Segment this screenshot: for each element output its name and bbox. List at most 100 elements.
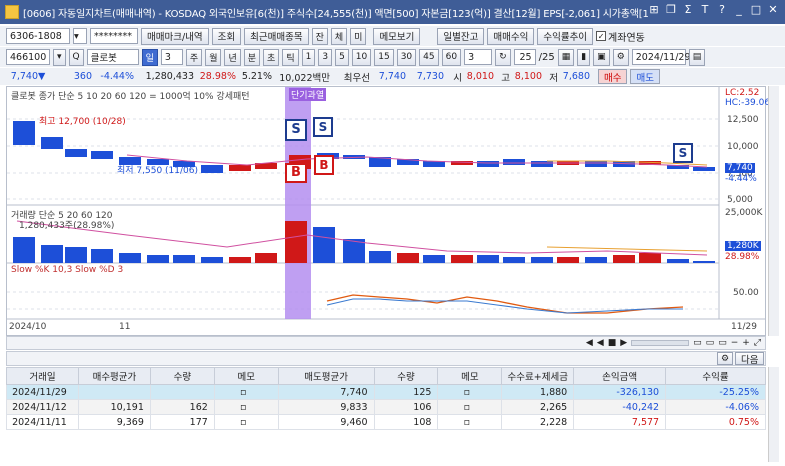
period-week-tab[interactable]: 주 [185, 48, 203, 66]
chart-area[interactable]: 클로봇 종가 단순 5 10 20 60 120 = 1000억 10% 강세패… [6, 86, 770, 336]
checkbox-icon[interactable]: ✓ [596, 31, 607, 41]
memo-icon[interactable]: ▫ [437, 399, 503, 415]
interval-select[interactable]: 3 [464, 49, 493, 65]
col-profit[interactable]: 손익금액 [573, 367, 667, 385]
trade-mark-button[interactable]: 매매마크/내역 [141, 27, 209, 45]
page-field[interactable]: 25 [513, 49, 536, 65]
period-tick-tab[interactable]: 틱 [282, 48, 299, 66]
table-row[interactable]: 2024/11/12 10,191 162 ▫ 9,833 106 ▫ 2,26… [6, 399, 766, 415]
volume-bar [229, 257, 251, 263]
memo-icon[interactable]: ▫ [213, 384, 279, 400]
scroll-next-icon[interactable]: ▶ [620, 338, 627, 348]
stock-list-icon[interactable]: Q [68, 48, 84, 66]
period-count-select[interactable]: 3 [160, 49, 183, 65]
tool-icon-b[interactable]: ▭ [706, 338, 715, 348]
save-icon[interactable]: ▣ [593, 48, 610, 66]
interval-45[interactable]: 45 [419, 48, 439, 66]
interval-1[interactable]: 1 [301, 48, 316, 66]
stop-icon[interactable]: ■ [608, 338, 617, 348]
password-input[interactable]: ******** [90, 28, 138, 44]
date-input[interactable]: 2024/11/29 [631, 49, 691, 65]
pending-button[interactable]: 미 [350, 27, 367, 45]
col-profit-rate[interactable]: 수익률 [665, 367, 766, 385]
grid-settings-icon[interactable]: ⚙ [717, 352, 734, 365]
executed-button[interactable]: 체 [330, 27, 348, 45]
stock-search-icon[interactable]: ▾ [53, 48, 66, 66]
sell-button[interactable]: 매도 [630, 69, 660, 84]
query-button[interactable]: 조회 [211, 27, 242, 45]
text-icon[interactable]: T [699, 3, 711, 16]
grid-icon[interactable]: ▦ [557, 48, 575, 66]
chart-vertical-scrollbar[interactable] [768, 86, 779, 336]
volume-bar [667, 259, 689, 263]
memo-view-button[interactable]: 메모보기 [373, 27, 421, 45]
period-month-tab[interactable]: 월 [205, 48, 222, 66]
stock-code-input[interactable]: 466100 [6, 49, 50, 65]
interval-10[interactable]: 10 [351, 48, 372, 66]
sell-marker-1[interactable]: S [285, 119, 307, 141]
zoom-out-icon[interactable]: − [731, 338, 739, 348]
next-button[interactable]: 다음 [735, 352, 765, 366]
sum-icon[interactable]: Σ [682, 3, 694, 16]
col-sell-avg[interactable]: 매도평균가 [277, 367, 375, 385]
memo-icon[interactable]: ▫ [213, 399, 279, 415]
maximize-icon[interactable]: □ [750, 3, 762, 16]
col-buy-avg[interactable]: 매수평균가 [77, 367, 151, 385]
col-sell-qty[interactable]: 수량 [373, 367, 439, 385]
copy-icon[interactable]: ❐ [665, 3, 677, 16]
sell-marker-2[interactable]: S [313, 117, 333, 137]
interval-30[interactable]: 30 [396, 48, 417, 66]
memo-icon[interactable]: ▫ [437, 384, 503, 400]
memo-icon[interactable]: ▫ [437, 414, 503, 430]
volume-bar [613, 255, 635, 263]
account-dropdown-icon[interactable]: ▾ [73, 28, 87, 44]
calendar-icon[interactable]: ▤ [688, 48, 706, 66]
balance-button[interactable]: 잔 [311, 27, 328, 45]
scroll-first-icon[interactable]: ◀ [586, 338, 593, 348]
account-input[interactable]: 6306-1808 [6, 28, 70, 44]
volume-bar [285, 221, 307, 263]
interval-3[interactable]: 3 [318, 48, 333, 66]
quote-bar: 7,740 ▼ 360 -4.44% 1,280,433 28.98% 5.21… [0, 68, 785, 85]
trade-table: 거래일 매수평균가 수량 메모 매도평균가 수량 메모 수수료+제세금 손익금액… [6, 367, 766, 430]
zoom-in-icon[interactable]: + [742, 338, 750, 348]
period-minute-tab[interactable]: 분 [243, 48, 261, 66]
col-buy-qty[interactable]: 수량 [149, 367, 215, 385]
sell-marker-3[interactable]: S [673, 143, 693, 163]
daily-balance-button[interactable]: 일별잔고 [437, 27, 485, 45]
chart-scroll-slider[interactable] [631, 340, 690, 346]
interval-5[interactable]: 5 [335, 48, 349, 66]
link-icon[interactable]: ⊞ [648, 3, 660, 16]
interval-60[interactable]: 60 [441, 48, 462, 66]
buy-marker-2[interactable]: B [314, 155, 334, 175]
buy-button[interactable]: 매수 [598, 69, 628, 84]
minimize-icon[interactable]: _ [733, 3, 745, 16]
interval-15[interactable]: 15 [374, 48, 394, 66]
scroll-prev-icon[interactable]: ◀ [597, 338, 604, 348]
col-buy-memo[interactable]: 메모 [213, 367, 279, 385]
expand-icon[interactable]: ⤢ [754, 338, 761, 348]
period-second-tab[interactable]: 초 [263, 48, 280, 66]
period-year-tab[interactable]: 년 [224, 48, 241, 66]
col-sell-memo[interactable]: 메모 [437, 367, 503, 385]
tool-icon-a[interactable]: ▭ [693, 338, 702, 348]
tool-icon-c[interactable]: ▭ [718, 338, 727, 348]
trade-profit-button[interactable]: 매매수익 [487, 27, 535, 45]
col-trade-date[interactable]: 거래일 [6, 367, 79, 385]
profit-trend-button[interactable]: 수익률추이 [537, 27, 594, 45]
table-row[interactable]: 2024/11/29 ▫ 7,740 125 ▫ 1,880 -326,130 … [6, 384, 766, 400]
table-row[interactable]: 2024/11/11 9,369 177 ▫ 9,460 108 ▫ 2,228… [6, 414, 766, 430]
apply-icon[interactable]: ↻ [495, 48, 511, 66]
volume-rate: 28.98% [199, 71, 236, 82]
memo-icon[interactable]: ▫ [213, 414, 279, 430]
period-day-tab[interactable]: 일 [141, 48, 158, 66]
recent-trades-button[interactable]: 최근매매종목 [244, 27, 309, 45]
account-link-checkbox[interactable]: ✓ 계좌연동 [596, 29, 645, 44]
settings-icon[interactable]: ⚙ [612, 48, 629, 66]
help-icon[interactable]: ? [716, 3, 728, 16]
close-icon[interactable]: ✕ [767, 3, 779, 16]
buy-marker-1[interactable]: B [285, 163, 307, 183]
col-fee-tax[interactable]: 수수료+제세금 [501, 367, 575, 385]
chart-type-icon[interactable]: ▮ [577, 48, 591, 66]
table-vertical-scrollbar[interactable] [768, 367, 779, 462]
